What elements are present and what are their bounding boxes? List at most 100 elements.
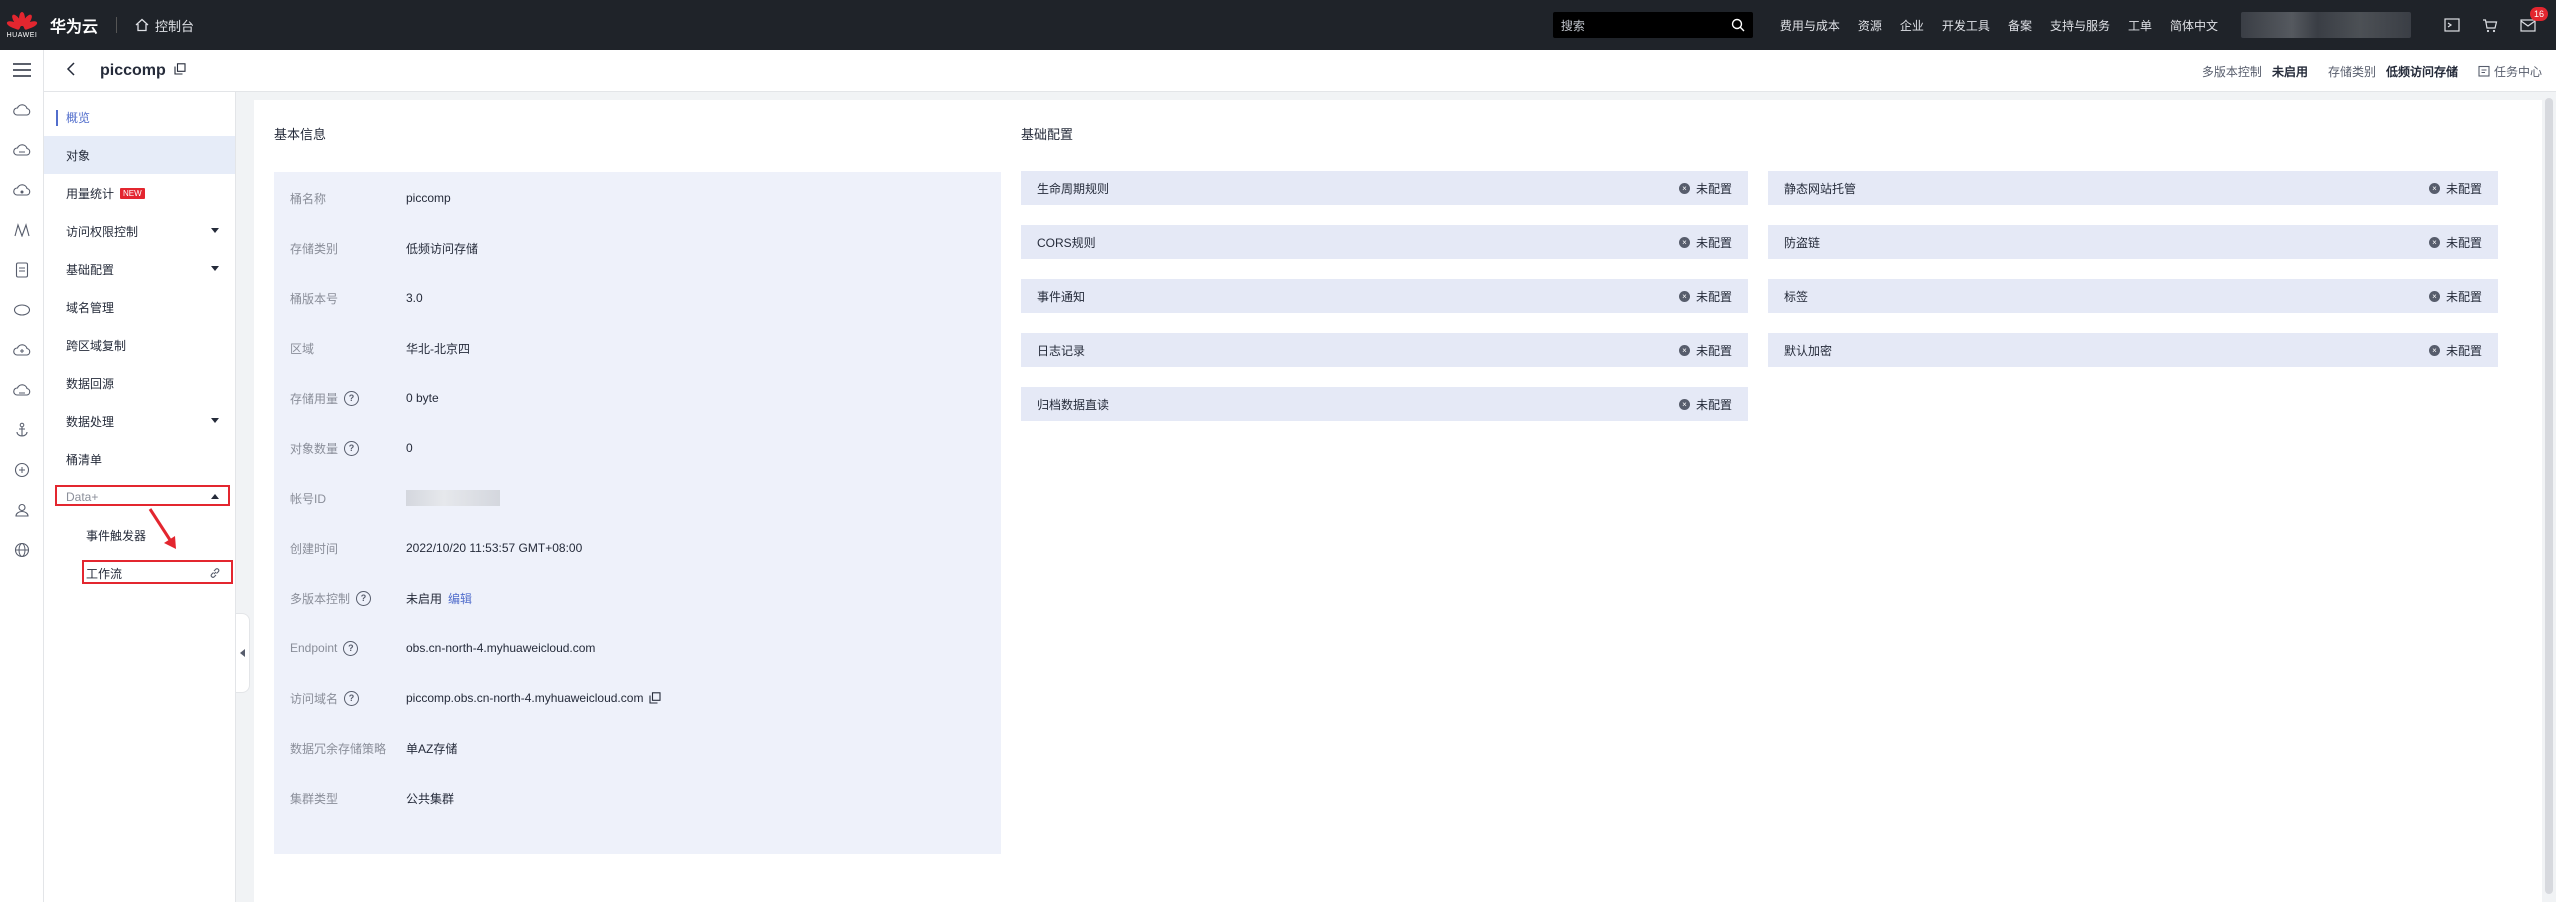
info-key: 区域 <box>290 341 315 356</box>
config-status-text: 未配置 <box>1695 181 1732 196</box>
console-link[interactable]: 控制台 <box>135 16 194 35</box>
sidebar-item-label: 桶清单 <box>66 452 103 467</box>
search-icon[interactable] <box>1731 18 1745 32</box>
info-row-created: 创建时间 2022/10/20 11:53:57 GMT+08:00 <box>290 538 582 558</box>
menu-language[interactable]: 简体中文 <box>2161 17 2227 34</box>
task-center-button[interactable]: 任务中心 <box>2478 63 2542 80</box>
cloud-storage-icon[interactable] <box>0 170 43 210</box>
config-card-archive-direct-read[interactable]: 归档数据直读 × 未配置 <box>1021 387 1748 421</box>
menu-dev-tools[interactable]: 开发工具 <box>1933 17 1999 34</box>
config-card-label: 日志记录 <box>1037 343 1086 358</box>
edit-versioning-link[interactable]: 编辑 <box>448 590 472 607</box>
globe-icon[interactable] <box>0 530 43 570</box>
menu-billing[interactable]: 费用与成本 <box>1771 17 1849 34</box>
versioning-label: 多版本控制 <box>2201 64 2262 79</box>
anchor-icon[interactable] <box>0 410 43 450</box>
sidebar-item-basic-config[interactable]: 基础配置 <box>44 250 235 288</box>
cloud-security-icon[interactable] <box>0 370 43 410</box>
huawei-logo[interactable]: HUAWEI <box>0 0 44 50</box>
info-row-region: 区域 华北-北京四 <box>290 338 470 358</box>
config-status-text: 未配置 <box>1695 397 1732 412</box>
config-card-default-encryption[interactable]: 默认加密 × 未配置 <box>1768 333 2498 367</box>
config-status: × 未配置 <box>1678 180 1732 197</box>
mail-icon[interactable]: 16 <box>2518 7 2548 35</box>
config-card-cors[interactable]: CORS规则 × 未配置 <box>1021 225 1748 259</box>
menu-enterprise[interactable]: 企业 <box>1891 17 1933 34</box>
user-group-icon[interactable] <box>0 490 43 530</box>
document-icon[interactable] <box>0 250 43 290</box>
basic-info-title: 基本信息 <box>274 127 327 142</box>
menu-tickets[interactable]: 工单 <box>2119 17 2161 34</box>
sidebar-item-label: 事件触发器 <box>86 528 147 543</box>
search-placeholder: 搜索 <box>1560 18 1585 33</box>
back-icon[interactable] <box>66 62 86 79</box>
config-card-hotlink[interactable]: 防盗链 × 未配置 <box>1768 225 2498 259</box>
sidebar-item-overview[interactable]: 概览 <box>44 98 235 136</box>
help-icon[interactable]: ? <box>343 640 359 656</box>
cloud-service-icon[interactable] <box>0 90 43 130</box>
config-card-static-website[interactable]: 静态网站托管 × 未配置 <box>1768 171 2498 205</box>
menu-resources[interactable]: 资源 <box>1849 17 1891 34</box>
config-status: × 未配置 <box>1678 234 1732 251</box>
config-card-logging[interactable]: 日志记录 × 未配置 <box>1021 333 1748 367</box>
info-key: 桶版本号 <box>290 291 339 306</box>
info-value: 0 byte <box>406 391 439 405</box>
info-key-label: 多版本控制 <box>290 591 351 606</box>
info-row-endpoint: Endpoint? obs.cn-north-4.myhuaweicloud.c… <box>290 638 595 658</box>
sidebar-item-usage[interactable]: 用量统计 NEW <box>44 174 235 212</box>
info-row-storage-class: 存储类别 低频访问存储 <box>290 238 478 258</box>
info-key-label: 访问域名 <box>290 691 339 706</box>
database-icon[interactable] <box>0 330 43 370</box>
config-status-text: 未配置 <box>2445 235 2482 250</box>
config-status: × 未配置 <box>2428 342 2482 359</box>
config-card-label: 标签 <box>1784 289 1809 304</box>
versioning-value: 未启用 <box>2271 64 2308 79</box>
config-card-label: 归档数据直读 <box>1037 397 1110 412</box>
page-scrollbar[interactable] <box>2542 92 2556 902</box>
network-icon[interactable] <box>0 210 43 250</box>
copy-icon[interactable] <box>649 692 662 704</box>
info-key: 数据冗余存储策略 <box>290 741 387 756</box>
sidebar-item-data-processing[interactable]: 数据处理 <box>44 402 235 440</box>
help-icon[interactable]: ? <box>356 590 372 606</box>
sidebar-item-access-control[interactable]: 访问权限控制 <box>44 212 235 250</box>
menu-hamburger-icon[interactable] <box>0 50 43 90</box>
menu-support[interactable]: 支持与服务 <box>2041 17 2119 34</box>
help-icon[interactable]: ? <box>344 690 360 706</box>
obs-icon[interactable] <box>0 290 43 330</box>
sidebar-item-domains[interactable]: 域名管理 <box>44 288 235 326</box>
search-input[interactable]: 搜索 <box>1552 12 1753 38</box>
menu-icp[interactable]: 备案 <box>1999 17 2041 34</box>
info-key: 集群类型 <box>290 791 339 806</box>
collapse-sidebar-handle[interactable] <box>236 613 250 693</box>
message-icon[interactable] <box>2442 15 2462 35</box>
sidebar-item-cross-region[interactable]: 跨区域复制 <box>44 326 235 364</box>
sidebar-item-inventory[interactable]: 桶清单 <box>44 440 235 478</box>
sidebar-item-objects[interactable]: 对象 <box>44 136 235 174</box>
brand-name[interactable]: 华为云 <box>50 13 98 37</box>
home-icon <box>135 18 149 32</box>
config-card-event-notification[interactable]: 事件通知 × 未配置 <box>1021 279 1748 313</box>
settings-circle-icon[interactable] <box>0 450 43 490</box>
sidebar-item-event-trigger[interactable]: 事件触发器 <box>44 516 235 554</box>
config-card-tags[interactable]: 标签 × 未配置 <box>1768 279 2498 313</box>
config-card-lifecycle[interactable]: 生命周期规则 × 未配置 <box>1021 171 1748 205</box>
help-icon[interactable]: ? <box>344 440 360 456</box>
info-value: 未启用 编辑 <box>406 590 472 607</box>
info-row-account-id: 帐号ID <box>290 488 500 508</box>
config-status-text: 未配置 <box>1695 289 1732 304</box>
sidebar-item-back-to-source[interactable]: 数据回源 <box>44 364 235 402</box>
not-configured-icon: × <box>1678 398 1690 410</box>
copy-icon[interactable] <box>174 63 186 78</box>
not-configured-icon: × <box>2428 344 2440 356</box>
chevron-down-icon <box>211 418 219 423</box>
help-icon[interactable]: ? <box>344 390 360 406</box>
cloud-compute-icon[interactable] <box>0 130 43 170</box>
account-name-redacted[interactable] <box>2241 12 2411 38</box>
info-value: 低频访问存储 <box>406 241 479 256</box>
config-status-text: 未配置 <box>1695 235 1732 250</box>
task-center-label: 任务中心 <box>2493 64 2542 79</box>
scrollbar-thumb[interactable] <box>2545 98 2553 894</box>
cart-icon[interactable] <box>2480 15 2500 35</box>
config-card-label: 防盗链 <box>1784 235 1821 250</box>
